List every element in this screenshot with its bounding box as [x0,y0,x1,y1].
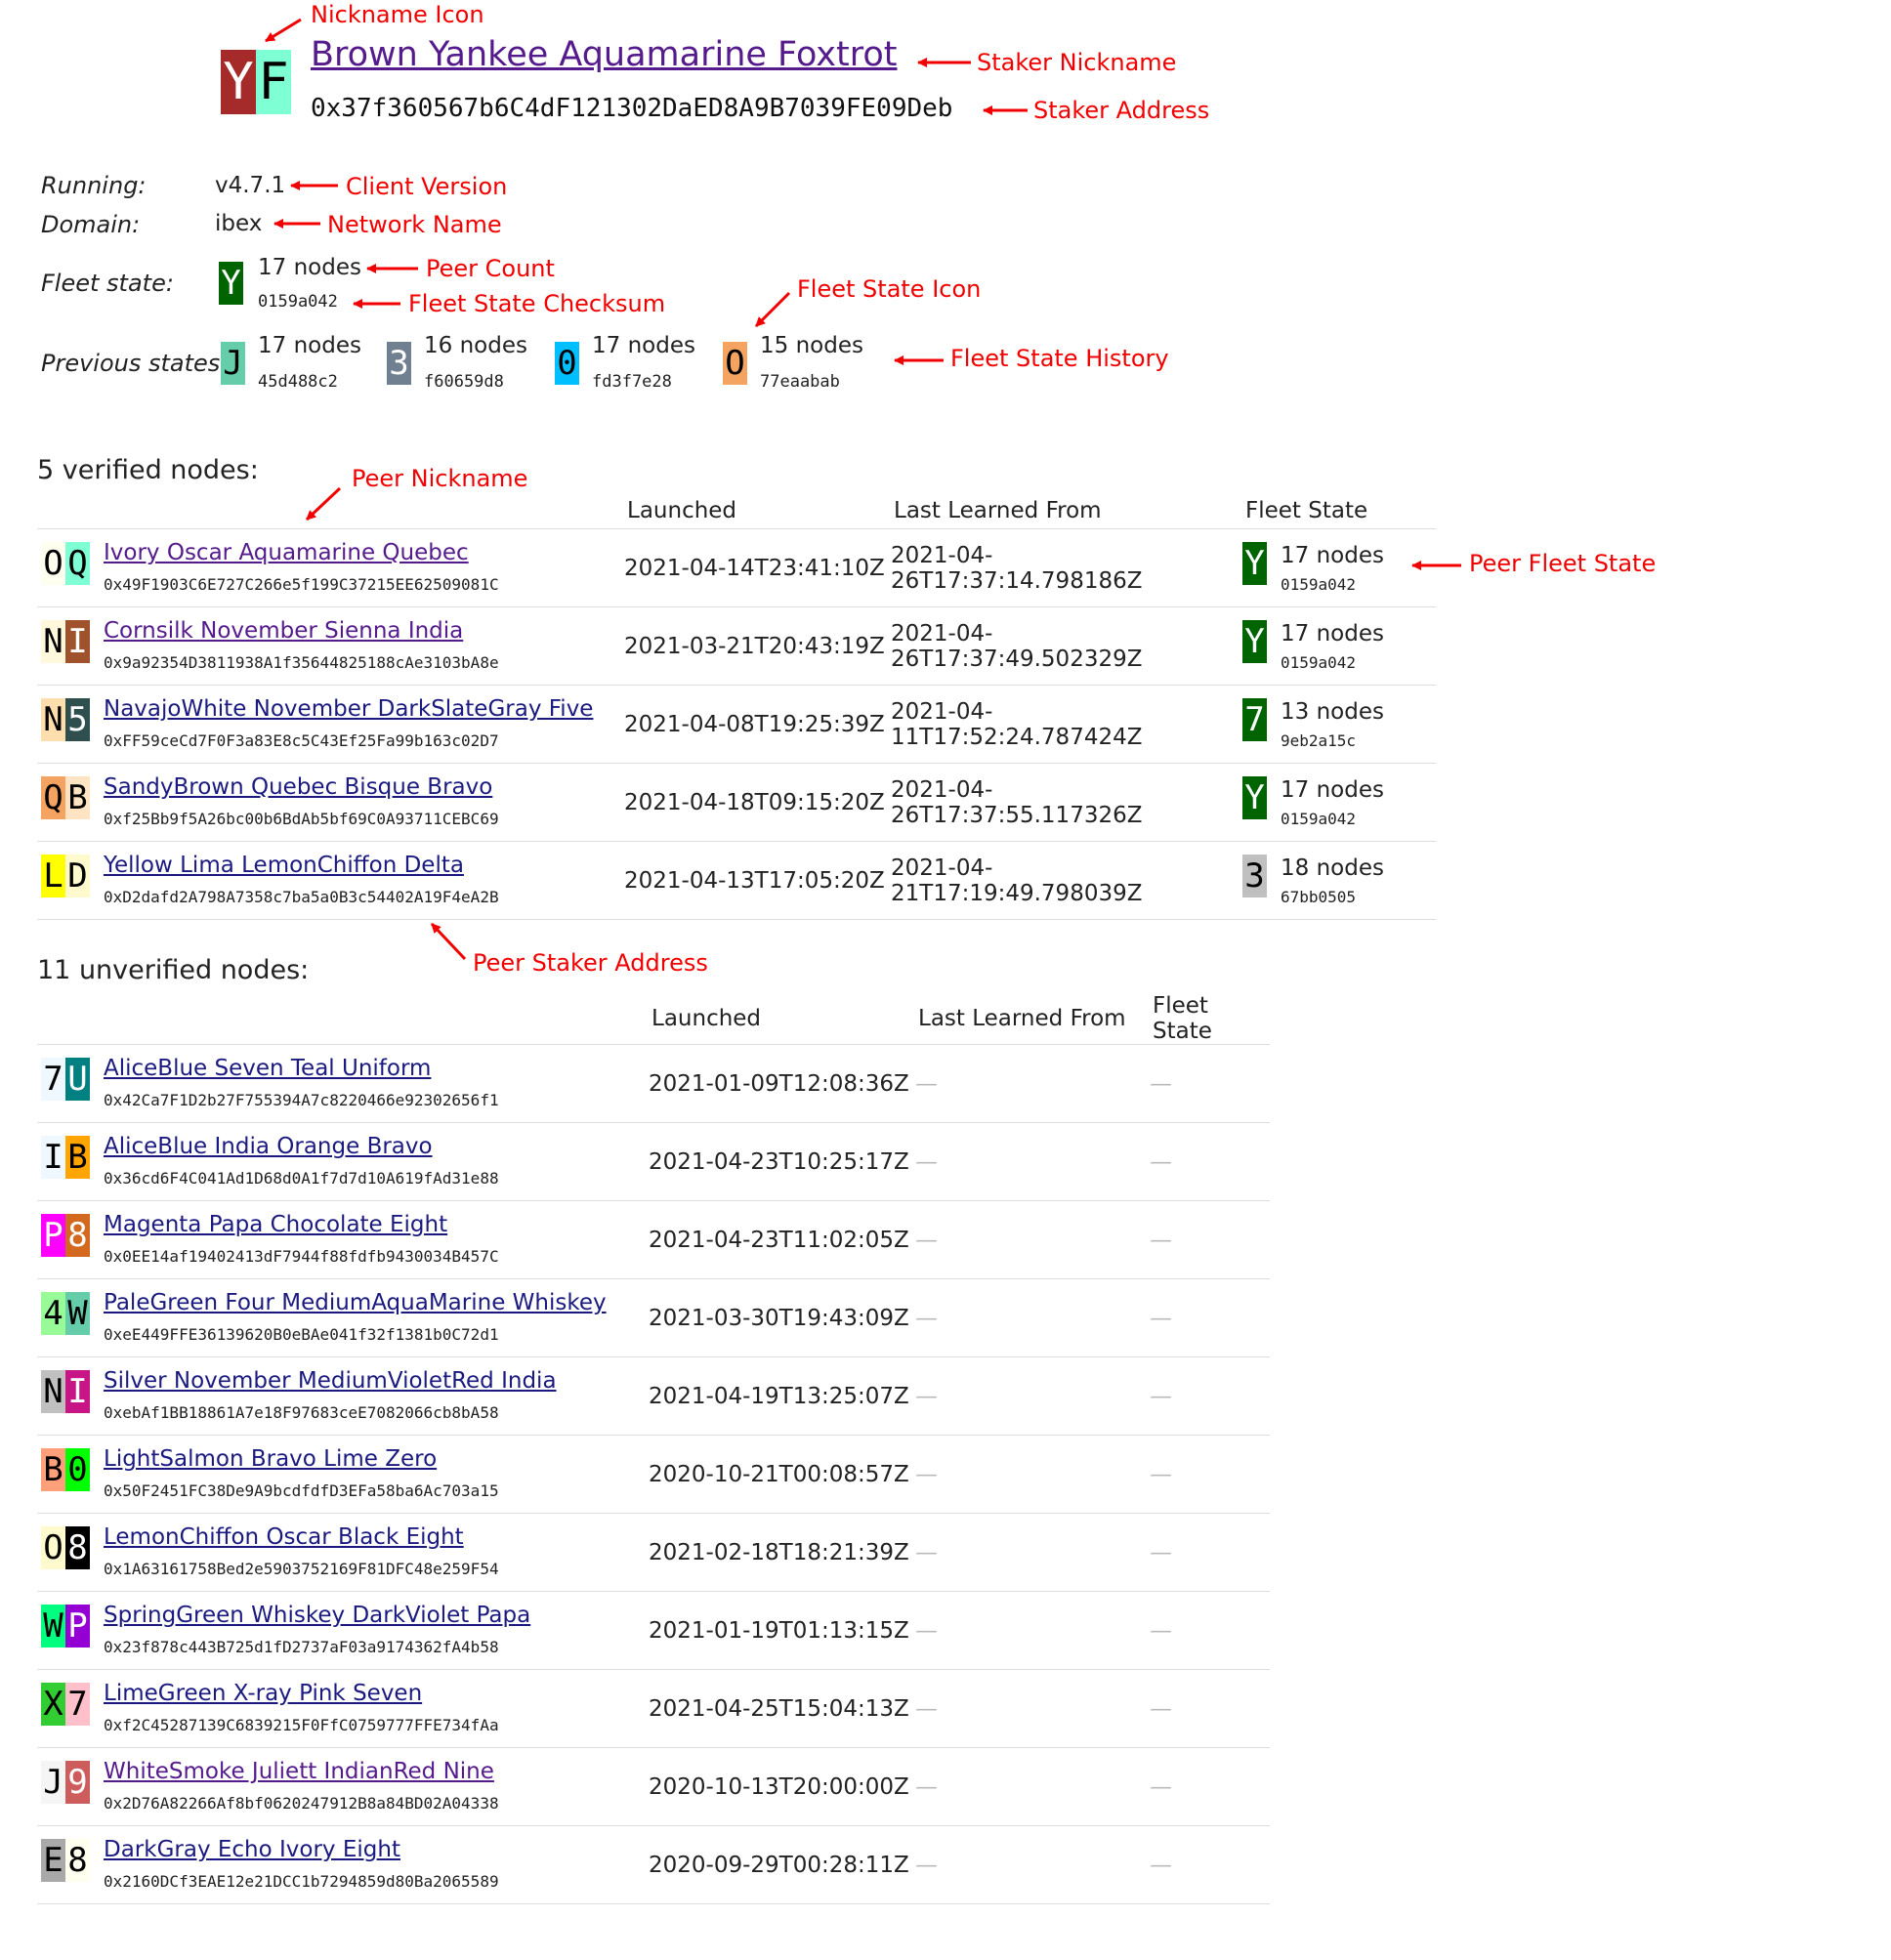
arrow-peer-staker-address [430,922,467,961]
arrow-nickname-icon [265,18,302,43]
arrow-peer-nickname [305,486,342,521]
annotation-arrows [265,18,1461,961]
arrow-fleet-state-icon [754,291,791,328]
